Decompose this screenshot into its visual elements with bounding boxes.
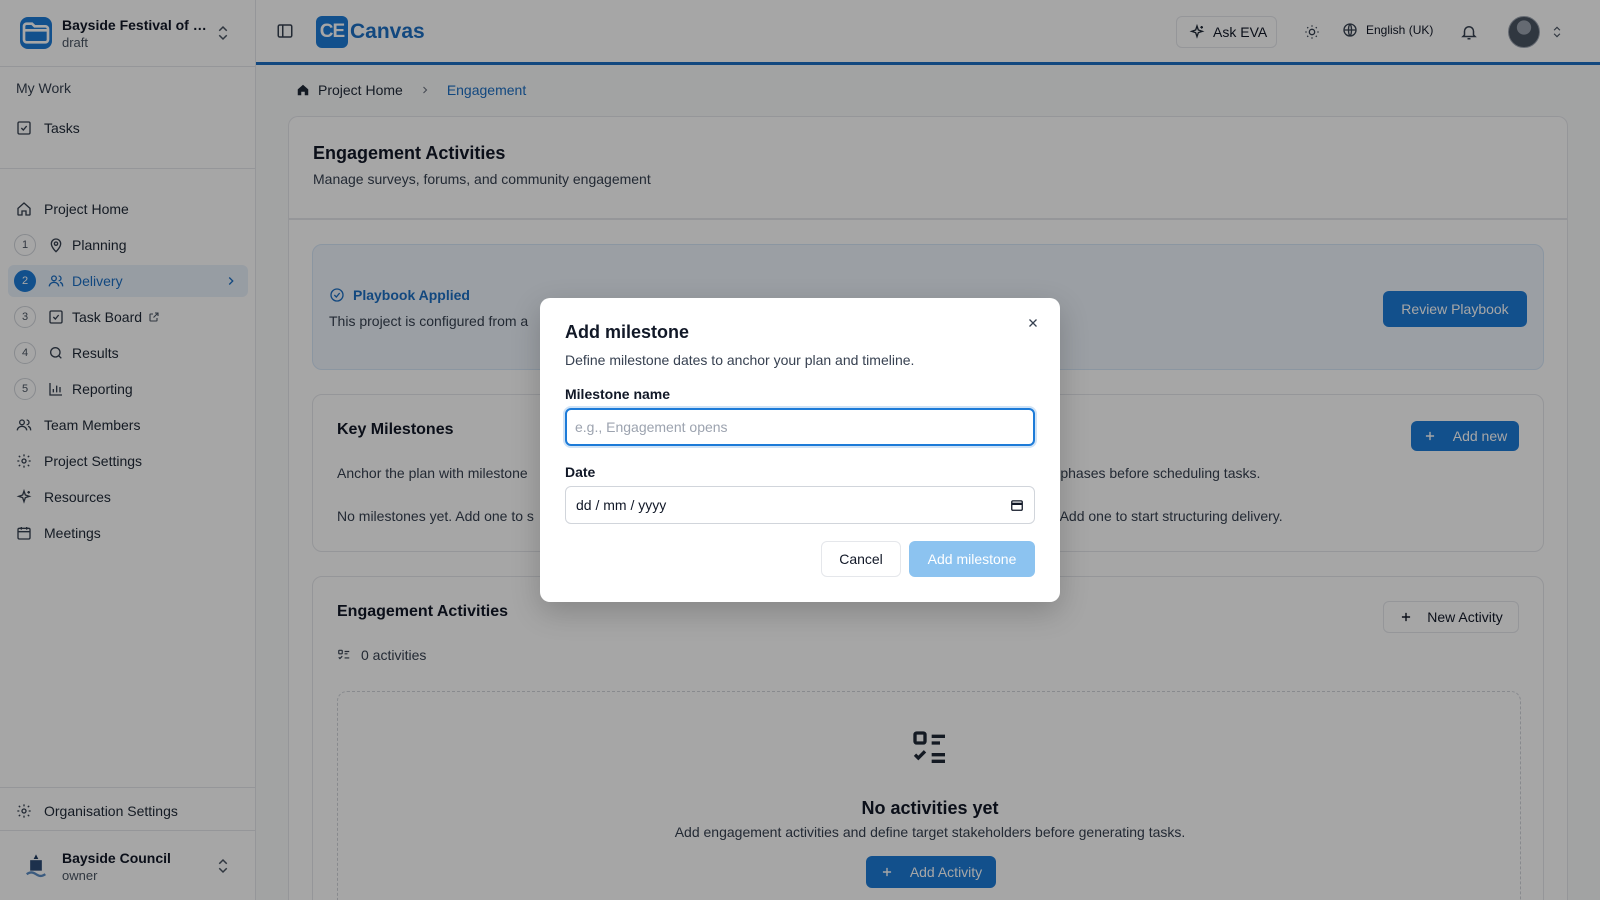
- milestone-name-label: Milestone name: [565, 386, 671, 402]
- date-input[interactable]: dd / mm / yyyy: [565, 486, 1035, 524]
- close-icon[interactable]: [1026, 316, 1040, 330]
- cancel-button[interactable]: Cancel: [821, 541, 901, 577]
- dialog-title: Add milestone: [565, 322, 690, 342]
- date-placeholder: dd / mm / yyyy: [576, 497, 667, 513]
- date-label: Date: [565, 464, 596, 480]
- add-milestone-button[interactable]: Add milestone: [909, 541, 1035, 577]
- milestone-name-input[interactable]: [565, 408, 1035, 446]
- calendar-icon[interactable]: [1010, 498, 1024, 512]
- add-milestone-dialog: Add milestone Define milestone dates to …: [540, 298, 1060, 602]
- dialog-description: Define milestone dates to anchor your pl…: [565, 352, 915, 368]
